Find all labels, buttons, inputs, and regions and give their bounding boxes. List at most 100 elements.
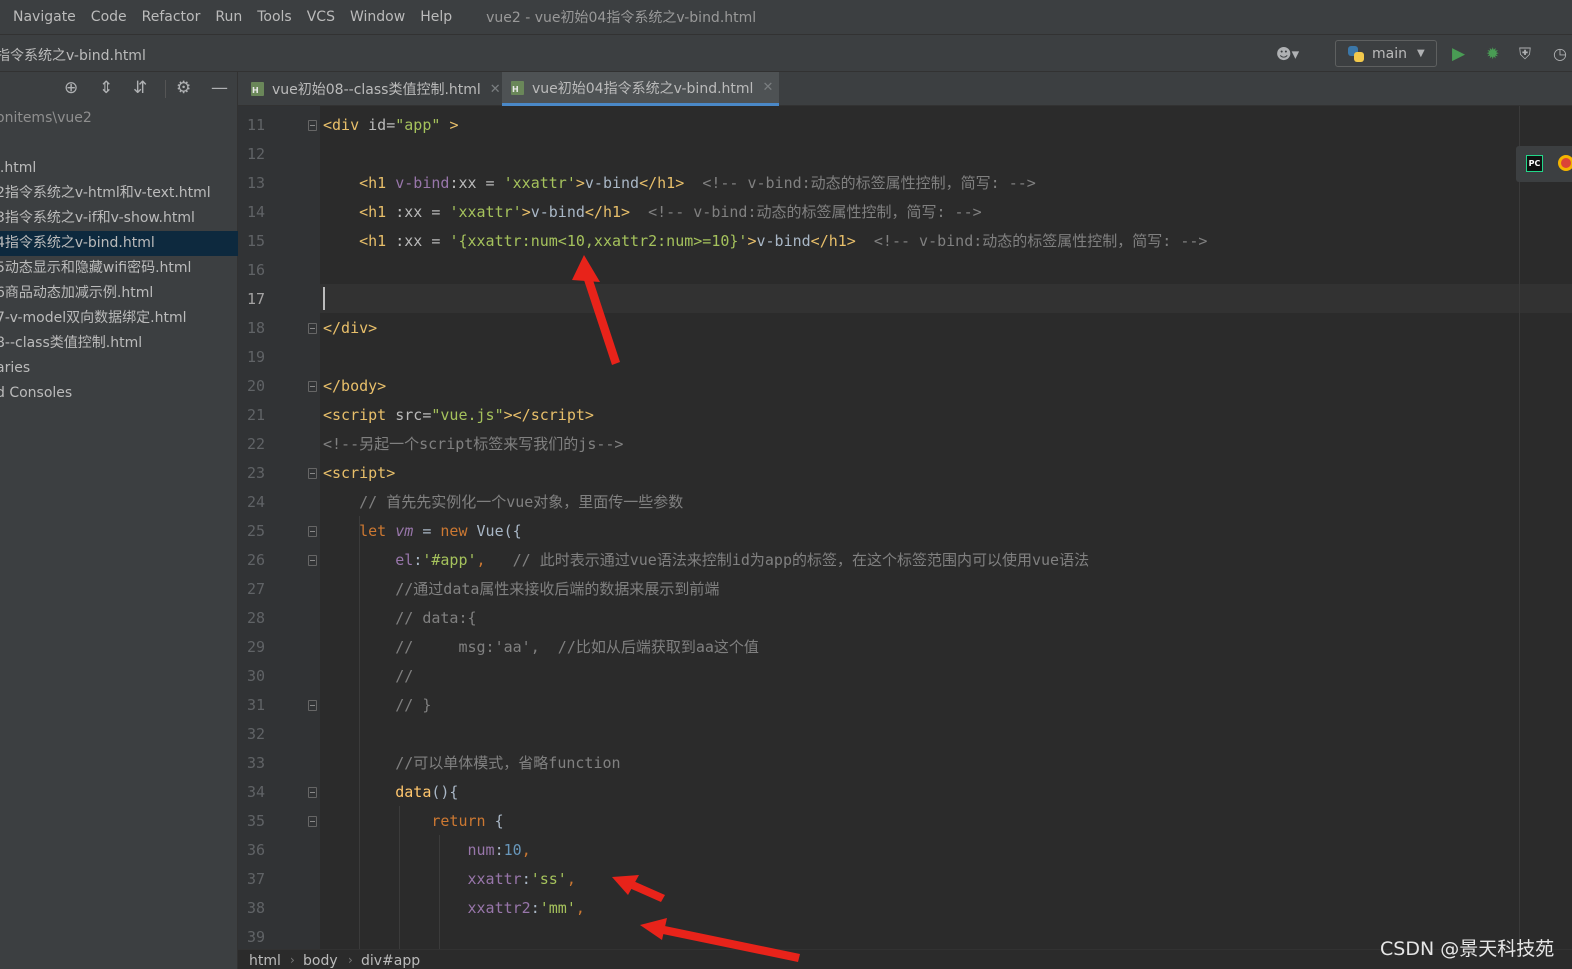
line-number: 36 — [246, 841, 265, 859]
tab-label: vue初始08--class类值控制.html — [272, 82, 481, 98]
menu-vcs[interactable]: VCS — [307, 9, 335, 25]
tab-class-control[interactable]: vue初始08--class类值控制.html ✕ — [250, 72, 501, 106]
close-icon[interactable]: ✕ — [762, 80, 773, 95]
fold-marker[interactable] — [308, 323, 317, 334]
tree-item[interactable]: 7-v-model双向数据绑定.html — [0, 306, 238, 331]
tree-item-selected[interactable]: 4指令系统之v-bind.html — [0, 231, 238, 256]
tree-item[interactable] — [0, 131, 238, 156]
tree-item-label: d Consoles — [0, 385, 73, 401]
tree-item-label: 6商品动态加减示例.html — [0, 285, 154, 301]
user-icon[interactable]: ☻▾ — [1276, 45, 1299, 63]
line-number: 12 — [246, 145, 265, 163]
code-line: // data:{ — [395, 609, 477, 627]
tree-item[interactable]: 6商品动态加减示例.html — [0, 281, 238, 306]
code-line: xxattr2:'mm', — [467, 899, 585, 917]
nav-breadcrumb[interactable]: 指令系统之v-bind.html — [0, 45, 146, 65]
code-line: <h1 v-bind:xx = 'xxattr'>v-bind</h1> <!-… — [359, 174, 1036, 192]
line-number: 22 — [246, 435, 265, 453]
tree-item-label: 2指令系统之v-html和v-text.html — [0, 185, 211, 201]
code-line: // } — [395, 696, 432, 714]
tree-item[interactable]: 3指令系统之v-if和v-show.html — [0, 206, 238, 231]
line-number: 33 — [246, 754, 265, 772]
tree-item-label: 8--class类值控制.html — [0, 335, 143, 351]
fold-marker[interactable] — [308, 555, 317, 566]
tree-item[interactable]: l.html — [0, 156, 238, 181]
tree-item[interactable]: d Consoles — [0, 381, 238, 406]
fold-marker[interactable] — [308, 787, 317, 798]
menu-run[interactable]: Run — [215, 9, 242, 25]
expand-all-icon[interactable]: ⇕ — [99, 78, 113, 98]
fold-marker[interactable] — [308, 700, 317, 711]
tree-item[interactable]: 5动态显示和隐藏wifi密码.html — [0, 256, 238, 281]
debug-icon[interactable]: ✹ — [1486, 44, 1499, 63]
line-number: 18 — [246, 319, 265, 337]
browser-preview-strip: PC — [1516, 146, 1572, 182]
line-number: 20 — [246, 377, 265, 395]
tree-item-label: l.html — [0, 160, 37, 176]
code-line: <h1 :xx = '{xxattr:num<10,xxattr2:num>=1… — [359, 232, 1208, 250]
line-number: 31 — [246, 696, 265, 714]
current-line-highlight — [320, 284, 1572, 313]
code-line: <div id="app" > — [323, 116, 459, 134]
text-caret — [323, 287, 325, 310]
line-number: 39 — [246, 928, 265, 946]
menu-help[interactable]: Help — [420, 9, 452, 25]
menu-tools[interactable]: Tools — [257, 9, 292, 25]
run-icon[interactable]: ▶ — [1452, 44, 1465, 64]
menu-refactor[interactable]: Refactor — [142, 9, 201, 25]
fold-marker[interactable] — [308, 381, 317, 392]
tab-v-bind[interactable]: vue初始04指令系统之v-bind.html ✕ — [502, 72, 779, 106]
chrome-icon[interactable] — [1558, 155, 1572, 171]
tree-item[interactable]: onitems\vue2 — [0, 106, 238, 131]
code-line: // msg:'aa', //比如从后端获取到aa这个值 — [395, 638, 759, 656]
line-number: 11 — [246, 116, 265, 134]
fold-marker[interactable] — [308, 816, 317, 827]
fold-marker[interactable] — [308, 526, 317, 537]
line-number: 15 — [246, 232, 265, 250]
project-toolbar: ⊕ ⇕ ⇵ ⚙ — — [0, 72, 238, 106]
code-line: //通过data属性来接收后端的数据来展示到前端 — [395, 580, 720, 598]
line-number: 23 — [246, 464, 265, 482]
hide-panel-icon[interactable]: — — [211, 78, 228, 98]
code-editor[interactable]: 11 12 13 14 15 16 17 18 19 20 21 22 23 2… — [238, 106, 1572, 949]
tree-item-label: 7-v-model双向数据绑定.html — [0, 310, 187, 326]
collapse-all-icon[interactable]: ⇵ — [133, 78, 147, 98]
close-icon[interactable]: ✕ — [490, 82, 501, 97]
tree-item[interactable]: 2指令系统之v-html和v-text.html — [0, 181, 238, 206]
profile-icon[interactable]: ◷ — [1553, 44, 1567, 63]
menu-window[interactable]: Window — [350, 9, 405, 25]
code-line: // 首先先实例化一个vue对象，里面传一些参数 — [359, 493, 684, 511]
coverage-icon[interactable]: ⛨ — [1519, 44, 1531, 64]
chevron-right-icon: › — [348, 953, 353, 967]
line-number: 35 — [246, 812, 265, 830]
breadcrumb-div-app[interactable]: div#app — [361, 953, 420, 969]
code-line: <h1 :xx = 'xxattr'>v-bind</h1> <!-- v-bi… — [359, 203, 982, 221]
fold-marker[interactable] — [308, 468, 317, 479]
chevron-right-icon: › — [290, 953, 295, 967]
menu-code[interactable]: Code — [91, 9, 127, 25]
python-icon — [1348, 45, 1364, 62]
pycharm-icon[interactable]: PC — [1526, 155, 1543, 172]
line-number: 37 — [246, 870, 265, 888]
code-line: num:10, — [467, 841, 531, 859]
tree-item[interactable]: 8--class类值控制.html — [0, 331, 238, 356]
run-config-select[interactable]: main ▼ — [1335, 40, 1437, 67]
html-file-icon — [510, 80, 526, 96]
locate-icon[interactable]: ⊕ — [64, 78, 78, 98]
menu-navigate[interactable]: Navigate — [13, 9, 76, 25]
menu-bar: Navigate Code Refactor Run Tools VCS Win… — [0, 0, 1572, 34]
right-margin-guide — [1519, 106, 1520, 949]
gear-icon[interactable]: ⚙ — [176, 78, 191, 98]
breadcrumb-body[interactable]: body — [303, 953, 338, 969]
breadcrumb-html[interactable]: html — [249, 953, 281, 969]
fold-marker[interactable] — [308, 120, 317, 131]
code-line: <script src="vue.js"></script> — [323, 406, 594, 424]
project-tree: onitems\vue2 l.html 2指令系统之v-html和v-text.… — [0, 106, 238, 406]
tree-item-label: aries — [0, 360, 31, 376]
line-number: 27 — [246, 580, 265, 598]
code-line: let vm = new Vue({ — [359, 522, 522, 540]
line-number: 14 — [246, 203, 265, 221]
tree-item[interactable]: aries — [0, 356, 238, 381]
code-line: <script> — [323, 464, 396, 482]
tab-label: vue初始04指令系统之v-bind.html — [532, 80, 754, 97]
